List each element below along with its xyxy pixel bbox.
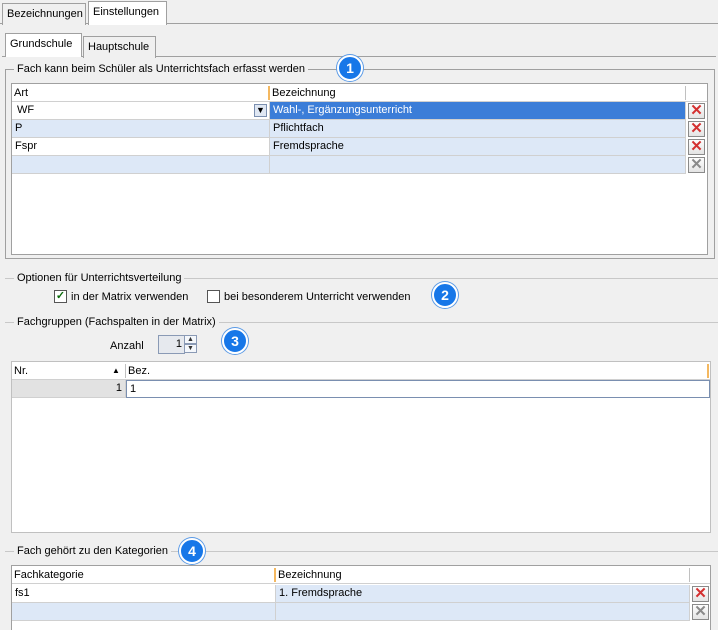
bezeichnung-cell[interactable]: Pflichtfach [270,120,686,138]
col-header-fachkategorie[interactable]: Fachkategorie [12,566,274,584]
table-row[interactable]: WF ▼ Wahl-, Ergänzungsunterricht ✕ [12,102,707,120]
bezeichnung-cell[interactable] [270,156,686,174]
art-cell-dropdown[interactable]: WF ▼ [12,102,270,120]
art-grid-header: Art Bezeichnung [12,84,707,102]
section3-title: Fachgruppen (Fachspalten in der Matrix) [14,315,219,329]
callout-badge-3: 3 [222,328,248,354]
delete-row-icon[interactable]: ✕ [692,586,709,602]
tab-grundschule[interactable]: Grundschule [5,33,82,57]
kategorien-grid-header: Fachkategorie Bezeichnung [12,566,710,584]
bezeichnung-cell[interactable]: Fremdsprache [270,138,686,156]
art-cell[interactable] [12,156,270,174]
col-header-bez[interactable]: Bez. [126,362,706,380]
column-divider [707,364,709,378]
fachgruppen-grid: Nr. ▲ Bez. 1 1 [11,361,711,533]
fachkategorie-cell[interactable] [12,603,276,621]
bezeichnung-cell[interactable]: Wahl-, Ergänzungsunterricht [270,102,686,120]
delete-row-icon[interactable]: ✕ [688,121,705,137]
matrix-checkbox-label[interactable]: in der Matrix verwenden [71,290,188,304]
bezeichnung-cell[interactable] [276,603,690,621]
chevron-down-icon[interactable]: ▼ [254,104,267,117]
fachgruppen-grid-header: Nr. ▲ Bez. [12,362,710,380]
bez-cell[interactable]: 1 [126,380,710,398]
callout-badge-1: 1 [337,55,363,81]
table-row[interactable]: fs1 1. Fremdsprache ✕ [12,585,710,603]
anzahl-input[interactable]: 1 [158,335,185,354]
sort-ascending-icon: ▲ [112,366,120,375]
spin-down-icon[interactable]: ▼ [184,344,197,353]
table-row[interactable]: 1 1 [12,380,710,398]
table-row-new[interactable]: ✕ [12,603,710,621]
anzahl-label: Anzahl [110,340,144,352]
matrix-checkbox[interactable]: ✓ [54,290,67,303]
kategorien-grid: Fachkategorie Bezeichnung fs1 1. Fremdsp… [11,565,711,630]
fachkategorie-cell[interactable]: fs1 [12,585,276,603]
section1-title: Fach kann beim Schüler als Unterrichtsfa… [14,62,308,76]
section4-title: Fach gehört zu den Kategorien [14,544,172,558]
col-header-nr[interactable]: Nr. [12,362,122,380]
column-divider [685,86,686,100]
table-row[interactable]: P Pflichtfach ✕ [12,120,707,138]
art-grid: Art Bezeichnung WF ▼ Wahl-, Ergänzungsun… [11,83,708,255]
art-value: WF [17,104,35,116]
special-checkbox-label[interactable]: bei besonderem Unterricht verwenden [224,290,411,304]
delete-row-icon[interactable]: ✕ [692,604,709,620]
callout-badge-2: 2 [432,282,458,308]
tab-einstellungen[interactable]: Einstellungen [88,1,167,25]
column-divider [689,568,690,582]
callout-badge-4: 4 [179,538,205,564]
tab-hauptschule[interactable]: Hauptschule [83,36,156,58]
tab-bezeichnungen[interactable]: Bezeichnungen [2,3,86,25]
spin-up-icon[interactable]: ▲ [184,335,197,344]
delete-row-icon[interactable]: ✕ [688,103,705,119]
table-row[interactable]: Fspr Fremdsprache ✕ [12,138,707,156]
nr-cell[interactable]: 1 [12,380,126,398]
col-header-bezeichnung[interactable]: Bezeichnung [276,566,686,584]
art-cell[interactable]: P [12,120,270,138]
bezeichnung-cell[interactable]: 1. Fremdsprache [276,585,690,603]
art-cell[interactable]: Fspr [12,138,270,156]
col-header-art[interactable]: Art [12,84,268,102]
special-checkbox[interactable] [207,290,220,303]
table-row-new[interactable]: ✕ [12,156,707,174]
delete-row-icon[interactable]: ✕ [688,157,705,173]
section2-title: Optionen für Unterrichtsverteilung [14,271,185,285]
delete-row-icon[interactable]: ✕ [688,139,705,155]
col-header-bezeichnung[interactable]: Bezeichnung [270,84,684,102]
